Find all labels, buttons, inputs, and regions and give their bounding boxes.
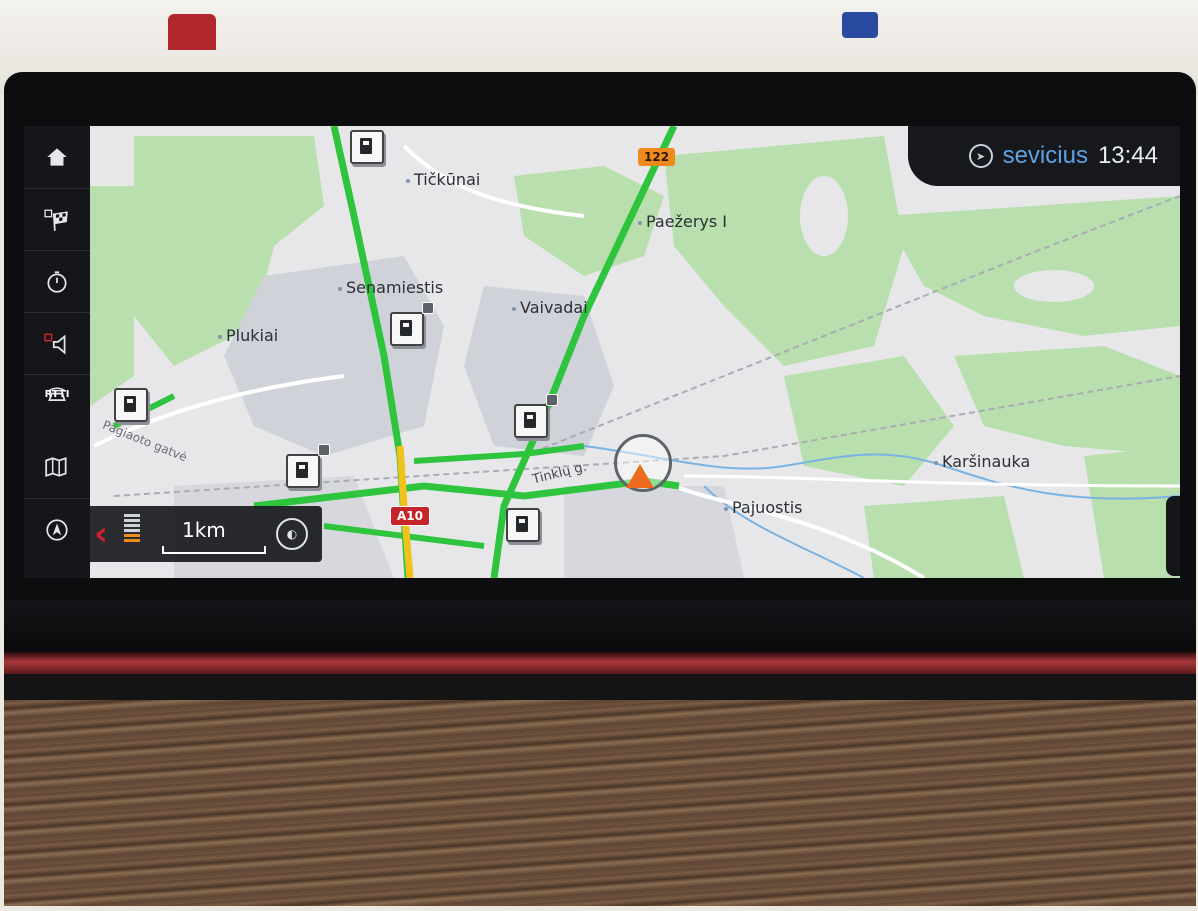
side-panel-handle[interactable] [1166,496,1180,576]
speaker-icon [44,333,66,355]
chevron-left-icon[interactable]: ‹ [94,514,116,554]
place-label-pajuostis: Pajuostis [724,498,803,517]
scale-bar [162,546,266,554]
lake [800,176,848,256]
stopwatch-icon [47,271,67,293]
compass-icon [46,519,68,541]
map-icon [45,457,67,477]
clock: 13:44 [1097,142,1158,169]
sidebar-item-timer[interactable] [24,250,90,313]
place-label-tickunai: Tičkūnai [406,170,480,189]
navigation-screen: Tičkūnai Paežerys I Senamiestis Vaivadai… [24,126,1180,578]
navigation-arrow-icon: ➤ [968,144,993,168]
place-label-plukiai: Plukiai [218,326,278,345]
fire-extinguisher [168,14,216,50]
place-label-vaivadai: Vaivadai [512,298,588,317]
sidebar-item-home[interactable] [24,126,90,188]
dashboard-trim [4,674,1196,700]
home-icon [47,148,67,166]
lake [1014,270,1094,302]
ambient-light-strip [4,652,1196,674]
destination-label[interactable]: sevicius [1003,142,1088,170]
fuel-station-icon[interactable] [506,508,540,542]
road-number-a10: A10 [390,506,430,526]
forest-area [90,186,134,406]
sidebar-item-traffic[interactable] [24,374,90,436]
sidebar-item-voice[interactable] [24,312,90,375]
fuel-station-icon[interactable] [114,388,148,422]
zoom-level-indicator[interactable] [124,512,140,554]
place-label-karsinauka: Karšinauka [934,452,1030,471]
wood-trim [4,700,1196,906]
sidebar-item-map[interactable] [24,436,90,498]
sidebar-menu: RTTI [24,126,90,578]
place-label-senamiestis: Senamiestis [338,278,443,297]
place-label-paezerys: Paežerys I [638,212,727,231]
status-bar: ➤ sevicius 13:44 [908,126,1180,186]
traffic-label: RTTI [44,389,70,400]
sidebar-item-compass[interactable] [24,498,90,561]
fuel-station-icon[interactable] [350,130,384,164]
map-scale-panel: ‹ 1km ◐ [86,506,322,562]
sidebar-item-destination[interactable] [24,188,90,251]
wall-fixture [842,12,878,38]
checkered-flag-icon [44,209,68,231]
map-orientation-icon[interactable]: ◐ [276,518,308,550]
bezel-lower [4,600,1196,650]
fuel-station-icon[interactable] [390,302,434,346]
road-number-122: 122 [638,148,676,166]
forest-area [864,496,1024,578]
vehicle-position-icon [626,464,654,488]
fuel-station-icon[interactable] [514,394,558,438]
scale-label: 1km [182,518,226,542]
fuel-station-icon[interactable] [286,444,330,488]
